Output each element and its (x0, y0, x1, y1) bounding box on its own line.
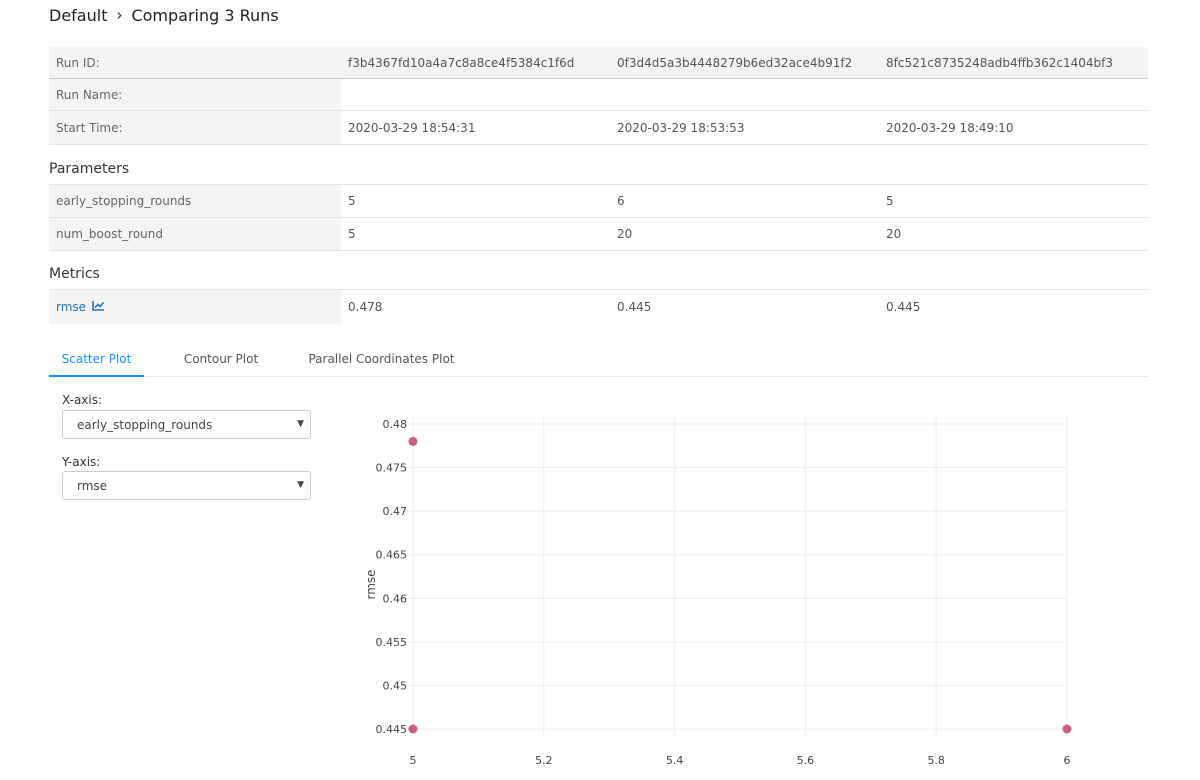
parameters-heading: Parameters (49, 161, 130, 177)
param-name: early_stopping_rounds (49, 185, 341, 217)
start-time-value-2: 2020-03-29 18:53:53 (617, 120, 745, 135)
param-row: num_boost_round 5 20 20 (49, 218, 1148, 251)
y-axis-select[interactable]: rmse ▼ (62, 471, 311, 500)
caret-down-icon: ▼ (297, 480, 304, 490)
metric-row: rmse 0.478 0.445 0.445 (49, 290, 1148, 324)
metric-value: 0.445 (617, 300, 652, 314)
runs-table: Run ID: f3b4367fd10a4a7c8a8ce4f5384c1f6d… (49, 47, 1148, 145)
y-tick-label: 0.465 (376, 549, 408, 562)
start-time-label: Start Time: (49, 111, 341, 144)
breadcrumb: Default › Comparing 3 Runs (49, 4, 279, 26)
param-value: 5 (886, 194, 894, 208)
x-tick-label: 5.6 (797, 754, 815, 767)
run-id-row: Run ID: f3b4367fd10a4a7c8a8ce4f5384c1f6d… (49, 47, 1148, 79)
x-tick-label: 5 (410, 754, 417, 767)
y-tick-label: 0.47 (383, 505, 408, 518)
param-value: 5 (348, 194, 356, 208)
metric-name-cell: rmse (49, 290, 341, 324)
param-name: num_boost_round (49, 218, 341, 250)
x-axis-selected-value: early_stopping_rounds (77, 417, 213, 432)
line-chart-icon[interactable] (92, 300, 105, 314)
x-tick-label: 5.4 (666, 754, 684, 767)
param-value: 20 (886, 227, 902, 241)
plot-tabs: Scatter Plot Contour Plot Parallel Coord… (49, 342, 1148, 377)
metrics-heading: Metrics (49, 266, 100, 282)
y-tick-label: 0.455 (376, 636, 408, 649)
y-tick-label: 0.45 (383, 679, 408, 692)
x-axis-select[interactable]: early_stopping_rounds ▼ (62, 410, 311, 439)
param-value: 20 (617, 227, 633, 241)
page-title: Comparing 3 Runs (131, 5, 279, 25)
metrics-table: rmse 0.478 0.445 0.445 (49, 289, 1148, 324)
caret-down-icon: ▼ (297, 419, 304, 429)
y-axis-label: Y-axis: (62, 455, 101, 469)
y-tick-label: 0.445 (376, 723, 408, 736)
y-tick-label: 0.475 (376, 462, 408, 475)
y-tick-label: 0.48 (383, 418, 408, 431)
start-time-row: Start Time: 2020-03-29 18:54:31 2020-03-… (49, 111, 1148, 145)
scatter-plot[interactable]: 5 5.2 5.4 5.6 5.8 6 0.48 0.475 0.47 0.465 0.46 0.45… (355, 405, 1085, 780)
param-value: 5 (348, 227, 356, 241)
start-time-value-1: 2020-03-29 18:54:31 (348, 120, 476, 135)
run-id-link-1[interactable]: f3b4367fd10a4a7c8a8ce4f5384c1f6d (348, 47, 574, 78)
x-axis-label: X-axis: (62, 393, 103, 407)
parameters-table: early_stopping_rounds 5 6 5 num_boost_ro… (49, 184, 1148, 251)
tab-scatter-plot[interactable]: Scatter Plot (49, 342, 144, 377)
breadcrumb-experiment-link[interactable]: Default (49, 6, 107, 25)
param-row: early_stopping_rounds 5 6 5 (49, 185, 1148, 218)
run-id-link-3[interactable]: 8fc521c8735248adb4ffb362c1404bf3 (886, 47, 1113, 78)
metric-value: 0.478 (348, 300, 383, 314)
chevron-right-icon: › (116, 6, 123, 24)
x-tick-label: 5.2 (535, 754, 553, 767)
tab-parallel-coordinates-plot[interactable]: Parallel Coordinates Plot (300, 342, 463, 376)
x-tick-label: 6 (1064, 754, 1071, 767)
y-axis-title: rmse (364, 569, 378, 599)
param-value: 6 (617, 194, 625, 208)
metric-name-link[interactable]: rmse (56, 300, 86, 314)
scatter-point[interactable] (1062, 724, 1072, 734)
run-id-label: Run ID: (56, 55, 100, 70)
run-name-label: Run Name: (49, 79, 341, 110)
run-id-link-2[interactable]: 0f3d4d5a3b4448279b6ed32ace4b91f2 (617, 47, 852, 78)
x-tick-label: 5.8 (927, 754, 945, 767)
run-name-row: Run Name: (49, 79, 1148, 111)
y-tick-label: 0.46 (383, 592, 408, 605)
metric-value: 0.445 (886, 300, 921, 314)
scatter-point[interactable] (408, 436, 418, 446)
y-axis-selected-value: rmse (77, 478, 108, 493)
start-time-value-3: 2020-03-29 18:49:10 (886, 120, 1014, 135)
tab-contour-plot[interactable]: Contour Plot (173, 342, 269, 376)
scatter-point[interactable] (408, 724, 418, 734)
